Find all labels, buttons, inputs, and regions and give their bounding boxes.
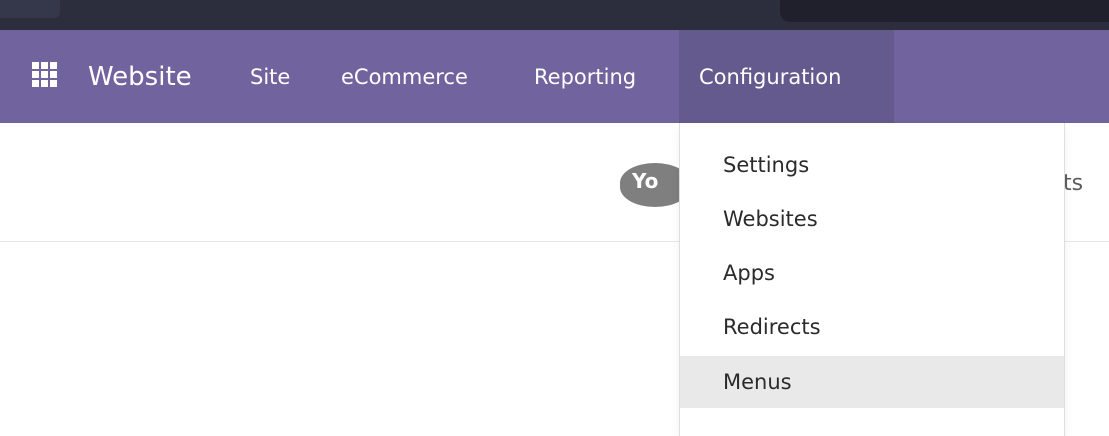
nav-item-configuration[interactable]: Configuration <box>699 58 841 96</box>
content-partial-text: ts <box>1063 171 1084 196</box>
menu-item-label: Websites <box>723 207 818 231</box>
grid-icon <box>31 61 57 87</box>
menu-item-websites[interactable]: Websites <box>680 193 1064 245</box>
menu-item-label: Settings <box>723 153 810 177</box>
apps-menu-button[interactable] <box>24 54 64 94</box>
nav-item-site[interactable]: Site <box>250 58 290 96</box>
configuration-dropdown: Settings Websites Apps Redirects Menus <box>679 123 1065 436</box>
app-brand[interactable]: Website <box>88 58 192 96</box>
menu-item-menus[interactable]: Menus <box>680 356 1064 408</box>
main-navbar: Website Site eCommerce Reporting Configu… <box>0 30 1109 123</box>
menu-item-label: Menus <box>723 370 792 394</box>
menu-item-settings[interactable]: Settings <box>680 139 1064 191</box>
menu-item-label: Redirects <box>723 315 821 339</box>
page: Website Site eCommerce Reporting Configu… <box>0 0 1109 436</box>
browser-address-stub[interactable] <box>780 0 1109 22</box>
site-logo-text: Yo <box>632 169 659 193</box>
browser-tab-stub[interactable] <box>0 0 60 18</box>
menu-item-apps[interactable]: Apps <box>680 247 1064 299</box>
menu-item-label: Apps <box>723 261 775 285</box>
nav-item-reporting[interactable]: Reporting <box>534 58 636 96</box>
nav-item-ecommerce[interactable]: eCommerce <box>341 58 468 96</box>
menu-item-redirects[interactable]: Redirects <box>680 301 1064 353</box>
browser-top-strip <box>0 0 1109 30</box>
